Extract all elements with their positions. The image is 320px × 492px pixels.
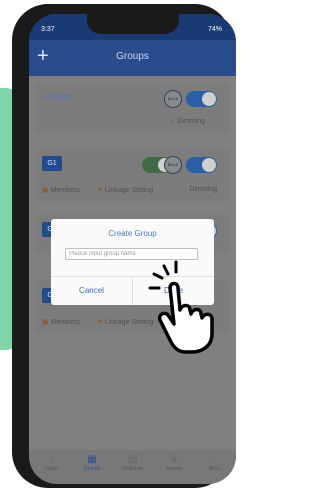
link-icon: ⚭ [97, 187, 103, 194]
bulb-icon[interactable]: BULB [164, 90, 182, 108]
camera-notch [87, 14, 179, 34]
members-icon: ▣ [42, 319, 49, 326]
bottom-nav: ♁ Lights ▦ Groups ▤ Switches ◈ Scenes ⋯ More [29, 450, 236, 484]
bulb-icon: ♁ [47, 454, 55, 465]
scene-icon: ◈ [170, 454, 178, 465]
all-lights-label: All Lights [44, 94, 73, 101]
dimming-icon: ☼ [181, 186, 188, 193]
all-lights-toggle[interactable] [186, 91, 217, 107]
dialog-title: Create Group [108, 229, 157, 238]
page-title: Groups [116, 51, 149, 62]
group-g1-toggle[interactable] [186, 157, 217, 173]
link-icon: ⚭ [97, 319, 103, 326]
all-lights-dimming[interactable]: ☼ Dimming [169, 118, 205, 125]
dimming-icon: ☼ [169, 118, 176, 125]
dimming-button[interactable]: ☼ Dimming [181, 186, 217, 193]
group-badge: G1 [42, 156, 62, 171]
nav-more[interactable]: ⋯ More [195, 454, 235, 472]
all-lights-card: All Lights BULB ☼ Dimming [35, 82, 230, 134]
nav-scenes[interactable]: ◈ Scenes [154, 454, 194, 472]
linkage-setting-button[interactable]: ⚭ Linkage Setting [97, 318, 153, 326]
members-icon: ▣ [42, 187, 49, 194]
members-button[interactable]: ▣ Members [42, 318, 80, 326]
bulb-icon[interactable]: BULB [164, 156, 182, 174]
groups-icon: ▦ [87, 454, 97, 465]
phone-screen: 3:37 74% + Groups All Lights BULB ☼ Dimmi… [29, 14, 236, 484]
members-button[interactable]: ▣ Members [42, 186, 80, 194]
nav-lights[interactable]: ♁ Lights [31, 454, 71, 472]
switch-icon: ▤ [128, 454, 138, 465]
tap-hand-icon [148, 260, 214, 354]
app-bar: + Groups [29, 40, 236, 76]
linkage-setting-button[interactable]: ⚭ Linkage Setting [97, 186, 153, 194]
phone-frame: 3:37 74% + Groups All Lights BULB ☼ Dimmi… [12, 4, 236, 488]
status-time: 3:37 [41, 26, 55, 33]
group-card-g1: G1 BULB ▣ Members ⚭ Linkage Setting ☼ Dimmi… [35, 148, 230, 202]
cancel-button[interactable]: Cancel [51, 276, 132, 305]
nav-groups[interactable]: ▦ Groups [72, 454, 112, 472]
battery-level: 74% [207, 26, 222, 33]
nav-switches[interactable]: ▤ Switches [113, 454, 153, 472]
more-icon: ⋯ [210, 454, 220, 465]
